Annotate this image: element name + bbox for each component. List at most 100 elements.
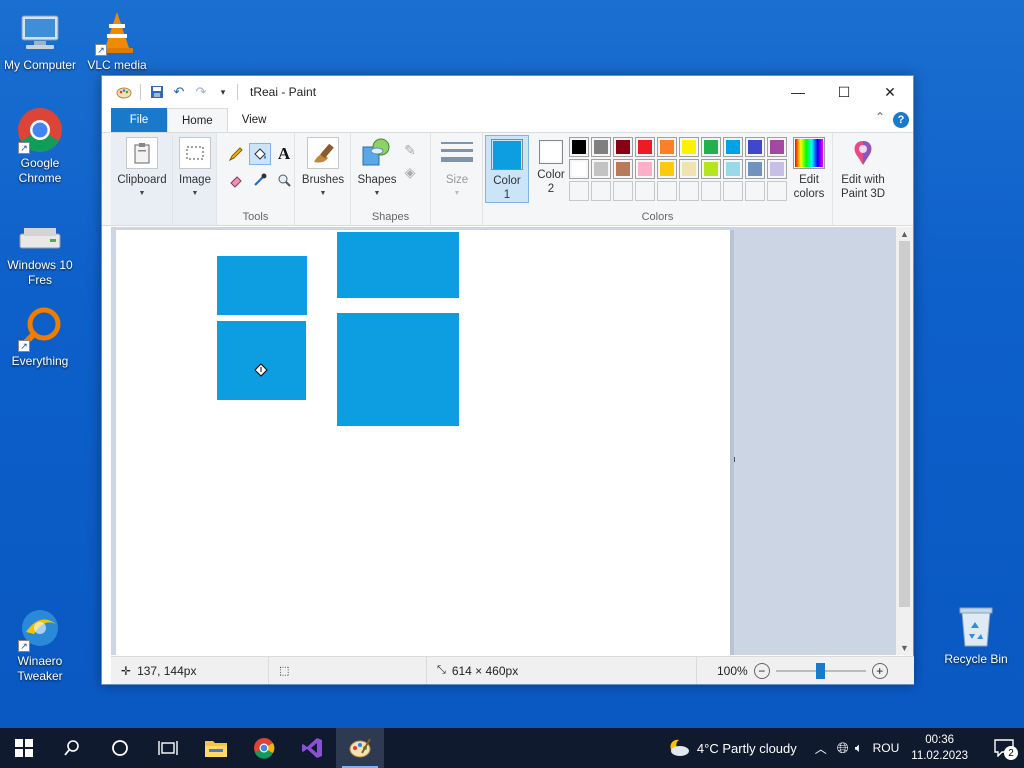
edit-colors-button[interactable]: Edit colors [789, 137, 829, 201]
scroll-thumb[interactable] [899, 241, 910, 607]
color-picker-icon[interactable] [249, 169, 271, 191]
palette-swatch[interactable] [723, 137, 743, 157]
vertical-scrollbar[interactable]: ▲ ▼ [896, 227, 913, 655]
desktop-icon-winaero[interactable]: ↗ Winaero Tweaker [0, 604, 80, 684]
cortana-icon[interactable] [96, 728, 144, 768]
visual-studio-icon[interactable] [288, 728, 336, 768]
language-indicator[interactable]: ROU [873, 741, 900, 755]
scroll-down-icon[interactable]: ▼ [896, 643, 913, 653]
desktop-icon-everything[interactable]: ↗ Everything [0, 304, 80, 369]
image-button[interactable]: Image ▼ [175, 137, 215, 201]
palette-swatch[interactable] [657, 159, 677, 179]
palette-swatch[interactable] [679, 181, 699, 201]
zoom-level: 100% [717, 663, 748, 678]
pencil-icon[interactable] [225, 143, 247, 165]
clock[interactable]: 00:36 11.02.2023 [911, 732, 968, 764]
drawing-canvas[interactable] [116, 230, 730, 655]
outline-icon[interactable]: ✎ [399, 139, 421, 161]
desktop-icon-my-computer[interactable]: My Computer [0, 8, 80, 73]
tab-home[interactable]: Home [167, 108, 228, 132]
palette-swatch[interactable] [635, 137, 655, 157]
volume-icon[interactable]: 🔈︎ [855, 740, 863, 756]
palette-swatch[interactable] [591, 137, 611, 157]
tab-view[interactable]: View [228, 108, 281, 132]
desktop-icon-windows10-fres[interactable]: Windows 10 Fres [0, 220, 80, 288]
weather-text[interactable]: 4°C Partly cloudy [697, 741, 797, 756]
palette-swatch[interactable] [657, 137, 677, 157]
canvas-area[interactable] [111, 227, 898, 655]
palette-swatch[interactable] [701, 137, 721, 157]
palette-swatch[interactable] [701, 181, 721, 201]
paint-app-icon[interactable] [116, 84, 132, 100]
eraser-icon[interactable] [225, 169, 247, 191]
chevron-down-icon: ▼ [373, 190, 381, 197]
desktop-icon-label: My Computer [3, 58, 77, 72]
text-tool-icon[interactable]: A [273, 143, 295, 165]
magnifier-icon[interactable] [273, 169, 295, 191]
brush-icon [307, 137, 339, 169]
close-button[interactable]: ✕ [867, 76, 913, 108]
minimize-button[interactable]: — [775, 76, 821, 108]
scroll-up-icon[interactable]: ▲ [896, 229, 913, 239]
palette-swatch[interactable] [745, 159, 765, 179]
palette-swatch[interactable] [657, 181, 677, 201]
zoom-out-button[interactable]: − [753, 662, 770, 679]
palette-swatch[interactable] [679, 159, 699, 179]
customize-qat-icon[interactable]: ▾ [215, 84, 231, 100]
palette-swatch[interactable] [745, 181, 765, 201]
fill-bucket-icon[interactable] [249, 143, 271, 165]
undo-icon[interactable]: ↶ [171, 84, 187, 100]
shapes-button[interactable]: Shapes ▼ [355, 137, 399, 201]
redo-icon[interactable]: ↷ [193, 84, 209, 100]
palette-swatch[interactable] [591, 181, 611, 201]
chevron-up-icon[interactable]: ︿ [815, 740, 827, 757]
palette-swatch[interactable] [767, 159, 787, 179]
desktop-icon-vlc[interactable]: ↗ VLC media [77, 8, 157, 73]
fill-icon[interactable]: ◈ [399, 161, 421, 183]
palette-swatch[interactable] [745, 137, 765, 157]
palette-swatch[interactable] [613, 181, 633, 201]
chevron-down-icon: ▼ [191, 190, 199, 197]
recycle-bin-label: Recycle Bin [944, 652, 1008, 666]
collapse-ribbon-icon[interactable]: ⌃ [875, 110, 885, 124]
network-globe-icon[interactable]: 🌐︎ [837, 740, 849, 757]
save-icon[interactable] [149, 84, 165, 100]
file-explorer-icon[interactable] [192, 728, 240, 768]
brushes-button[interactable]: Brushes ▼ [301, 137, 345, 201]
palette-swatch[interactable] [767, 181, 787, 201]
start-button[interactable] [0, 728, 48, 768]
color2-swatch [539, 140, 563, 164]
help-icon[interactable]: ? [893, 112, 909, 128]
palette-swatch[interactable] [569, 137, 589, 157]
clipboard-button[interactable]: Clipboard ▼ [116, 137, 168, 201]
desktop-icon-recycle-bin[interactable]: Recycle Bin [940, 604, 1012, 666]
blue-rectangle [217, 256, 307, 315]
palette-swatch[interactable] [613, 137, 633, 157]
palette-swatch[interactable] [723, 181, 743, 201]
maximize-button[interactable]: ☐ [821, 76, 867, 108]
chrome-taskbar-icon[interactable] [240, 728, 288, 768]
color1-button[interactable]: Color 1 [485, 135, 529, 203]
palette-swatch[interactable] [569, 159, 589, 179]
palette-swatch[interactable] [613, 159, 633, 179]
weather-icon[interactable] [665, 736, 691, 761]
task-view-icon[interactable] [144, 728, 192, 768]
palette-swatch[interactable] [767, 137, 787, 157]
color2-button[interactable]: Color 2 [531, 136, 571, 196]
notifications-button[interactable]: 2 [984, 728, 1024, 768]
desktop-icon-chrome[interactable]: ↗ Google Chrome [0, 106, 80, 186]
edit-with-paint3d-button[interactable]: Edit with Paint 3D [837, 137, 889, 201]
palette-swatch[interactable] [635, 159, 655, 179]
search-icon[interactable] [48, 728, 96, 768]
zoom-slider[interactable] [775, 662, 866, 679]
palette-swatch[interactable] [635, 181, 655, 201]
palette-swatch[interactable] [701, 159, 721, 179]
size-button[interactable]: Size ▼ [437, 137, 477, 201]
palette-swatch[interactable] [679, 137, 699, 157]
palette-swatch[interactable] [723, 159, 743, 179]
palette-swatch[interactable] [591, 159, 611, 179]
paint-taskbar-icon[interactable] [336, 728, 384, 768]
zoom-in-button[interactable]: + [871, 662, 888, 679]
palette-swatch[interactable] [569, 181, 589, 201]
tab-file[interactable]: File [111, 108, 167, 132]
